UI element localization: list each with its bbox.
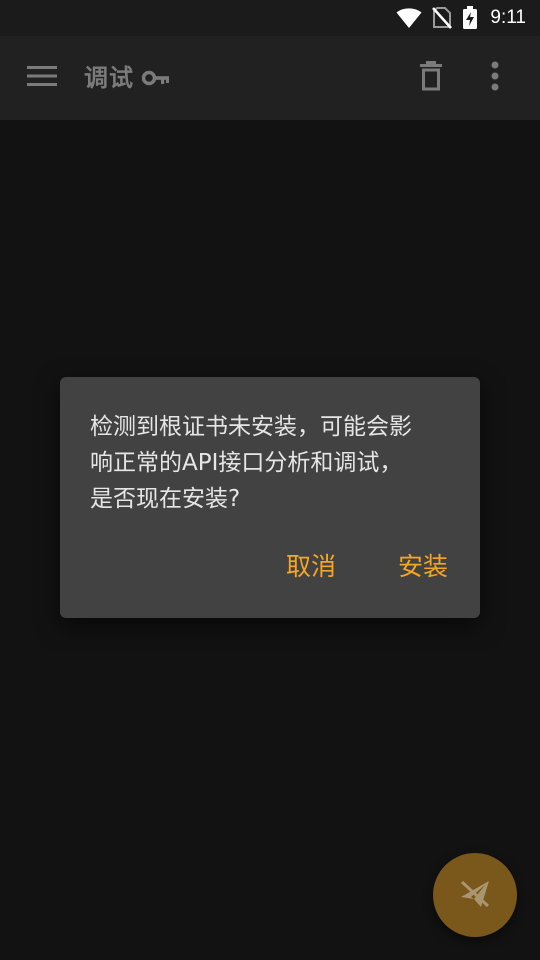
menu-icon <box>27 65 57 91</box>
send-off-icon <box>455 873 495 917</box>
screen: 9:11 调试 检测到根证书未安装，可能会影 响正常的API接口分析和调试， 是… <box>0 0 540 960</box>
no-sim-icon <box>432 6 453 30</box>
menu-button[interactable] <box>22 60 62 96</box>
battery-charging-icon <box>462 6 478 30</box>
delete-button[interactable] <box>412 58 450 98</box>
dialog-message: 检测到根证书未安装，可能会影 响正常的API接口分析和调试， 是否现在安装? <box>90 414 412 512</box>
toolbar: 调试 <box>0 36 540 120</box>
more-options-button[interactable] <box>478 58 512 98</box>
delete-icon <box>420 61 442 95</box>
send-fab-button[interactable] <box>433 853 517 937</box>
wifi-icon <box>396 7 422 29</box>
more-vert-icon <box>491 61 499 95</box>
key-icon <box>141 68 170 92</box>
page-title: 调试 <box>84 64 134 92</box>
status-bar: 9:11 <box>0 0 540 36</box>
install-cert-dialog: 检测到根证书未安装，可能会影 响正常的API接口分析和调试， 是否现在安装? 取… <box>60 377 480 618</box>
clock: 9:11 <box>490 7 526 28</box>
cancel-button[interactable]: 取消 <box>286 547 336 587</box>
install-button[interactable]: 安装 <box>398 547 448 587</box>
